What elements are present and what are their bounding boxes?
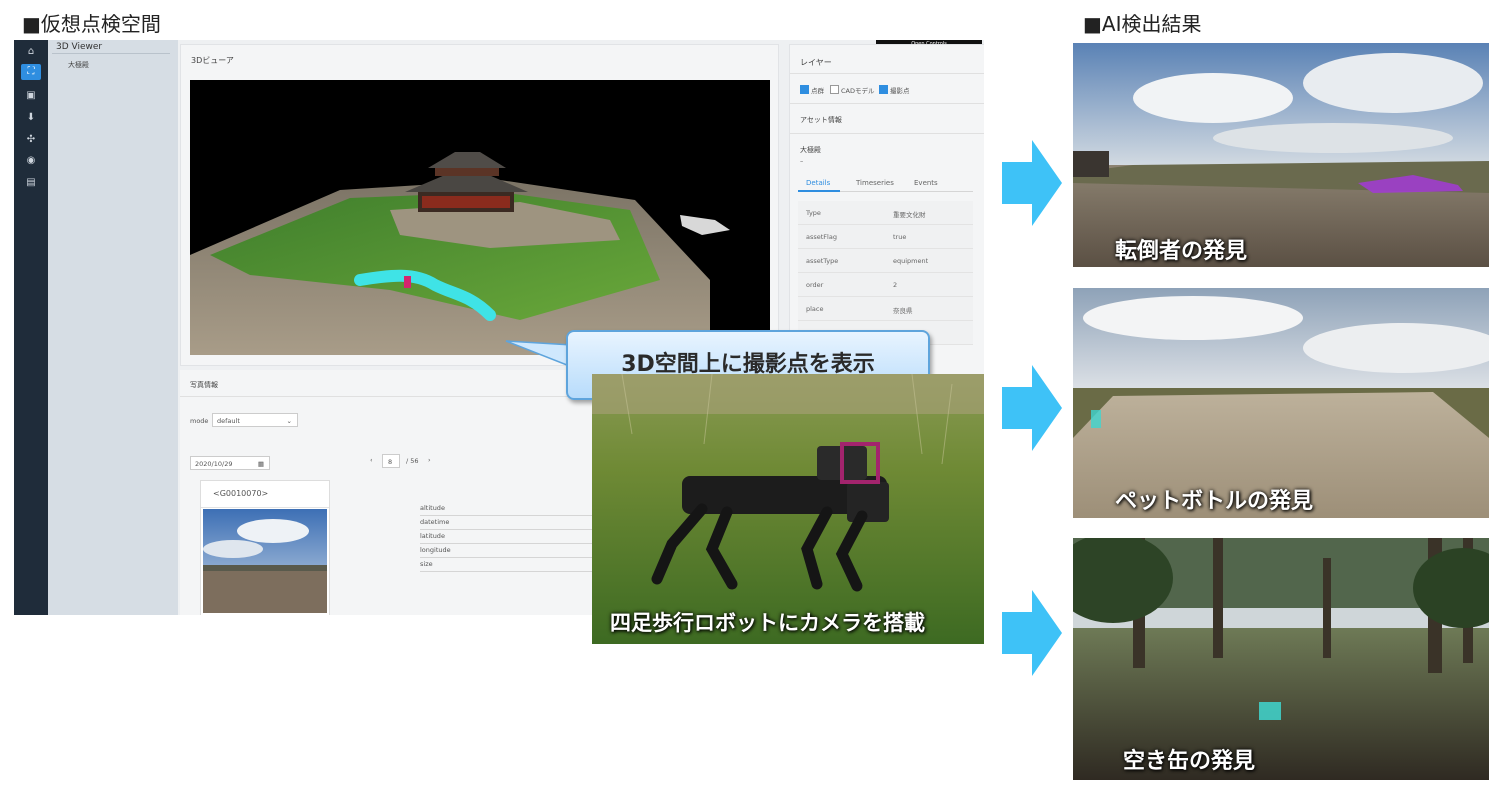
- photo-card[interactable]: <G0010070>: [200, 480, 330, 615]
- mode-value: default: [217, 417, 240, 425]
- home-icon[interactable]: ⌂: [21, 44, 41, 60]
- calendar-icon: ▦: [257, 460, 264, 468]
- tree-item-daigokuden[interactable]: 大極殿: [68, 60, 89, 70]
- meta-field: datetime: [420, 518, 450, 526]
- layer-cad-checkbox[interactable]: [830, 85, 839, 94]
- mode-select[interactable]: default ⌄: [212, 413, 298, 427]
- layer-panel-title: レイヤー: [800, 58, 832, 67]
- layer-shooting-point-checkbox[interactable]: [879, 85, 888, 94]
- arrow-right-icon: [1002, 365, 1062, 451]
- detail-row: order 2: [798, 273, 973, 297]
- mode-label: mode: [190, 417, 209, 425]
- layer-pointcloud-checkbox[interactable]: [800, 85, 809, 94]
- divider: [201, 507, 329, 508]
- meta-row: datetime: [420, 516, 600, 530]
- robot-caption: 四足歩行ロボットにカメラを搭載: [610, 611, 925, 635]
- detail-key: assetType: [806, 257, 839, 265]
- detail-key: assetFlag: [806, 233, 837, 241]
- network-icon[interactable]: ✣: [21, 132, 41, 148]
- meta-row: size: [420, 558, 600, 572]
- page-number-input[interactable]: 8: [382, 454, 400, 468]
- detail-value: true: [893, 233, 907, 241]
- photo-panel-title: 写真情報: [190, 381, 218, 389]
- tab-details[interactable]: Details: [806, 179, 830, 187]
- tab-active-indicator: [798, 190, 840, 192]
- detail-row: assetType equipment: [798, 249, 973, 273]
- detail-value: 2: [893, 281, 898, 289]
- meta-row: longitude: [420, 544, 600, 558]
- page-total: / 56: [406, 457, 419, 465]
- detail-key: Type: [806, 209, 821, 217]
- page-prev-button[interactable]: ‹: [370, 456, 373, 464]
- virtual-space-title: ■仮想点検空間: [22, 12, 161, 36]
- photo-thumbnail: [203, 509, 327, 613]
- robot-photo-image: [592, 374, 984, 644]
- layer-cad-label: CADモデル: [841, 87, 875, 95]
- layer-shooting-point-label: 撮影点: [890, 87, 910, 95]
- viewer-panel-title: 3Dビューア: [191, 56, 234, 65]
- page-next-button[interactable]: ›: [428, 456, 431, 464]
- detail-value: equipment: [893, 257, 929, 265]
- asset-subtitle: –: [800, 157, 804, 165]
- detail-row: assetFlag true: [798, 225, 973, 249]
- result-caption: 空き缶の発見: [1123, 749, 1256, 774]
- result-caption: ペットボトルの発見: [1115, 489, 1314, 514]
- detail-key: order: [806, 281, 824, 289]
- detail-key: place: [806, 305, 824, 313]
- nav-rail: ⌂ ⛶ ▣ ⬇ ✣ ◉ ▤: [14, 40, 48, 615]
- side-panel: レイヤー 点群 CADモデル 撮影点 アセット情報 大極殿 – Details …: [789, 44, 984, 376]
- location-icon[interactable]: ◉: [21, 153, 41, 169]
- result-image-pet-bottle: ペットボトルの発見: [1073, 288, 1489, 518]
- tab-events[interactable]: Events: [914, 179, 938, 187]
- pin-icon[interactable]: ⬇: [21, 110, 41, 126]
- detection-overlay: [1259, 702, 1281, 720]
- point-cloud-canvas[interactable]: [190, 80, 770, 355]
- detail-row: place 奈良県: [798, 297, 973, 321]
- document-icon[interactable]: ▤: [21, 175, 41, 191]
- page-current: 8: [388, 458, 393, 466]
- asset-name: 大極殿: [800, 146, 821, 154]
- tab-timeseries[interactable]: Timeseries: [856, 179, 894, 187]
- detail-value: 奈良県: [893, 307, 913, 315]
- detection-overlay: [1091, 410, 1101, 428]
- result-image-fallen-person: 転倒者の発見: [1073, 43, 1489, 267]
- date-input[interactable]: 2020/10/29 ▦: [190, 456, 270, 470]
- meta-field: altitude: [420, 504, 445, 512]
- asset-tree: 3D Viewer 大極殿: [48, 40, 178, 615]
- meta-row: altitude: [420, 502, 600, 516]
- arrow-right-icon: [1002, 140, 1062, 226]
- image-icon[interactable]: ▣: [21, 88, 41, 104]
- ai-results-title: ■AI検出結果: [1083, 12, 1202, 36]
- tree-divider: [52, 53, 170, 54]
- side-structure: [680, 215, 730, 235]
- point-cloud-render: [190, 152, 730, 355]
- date-value: 2020/10/29: [195, 460, 233, 468]
- arrow-right-icon: [1002, 590, 1062, 676]
- divider: [790, 73, 984, 74]
- chevron-down-icon: ⌄: [286, 417, 292, 425]
- result-image-empty-can: 空き缶の発見: [1073, 538, 1489, 780]
- viewer-nav-icon[interactable]: ⛶: [21, 64, 41, 80]
- layer-pointcloud-label: 点群: [811, 87, 824, 95]
- detail-value: 重要文化財: [893, 211, 926, 219]
- photo-filename: <G0010070>: [213, 489, 269, 498]
- asset-panel-title: アセット情報: [800, 116, 842, 124]
- meta-field: latitude: [420, 532, 445, 540]
- divider: [790, 133, 984, 134]
- meta-field: longitude: [420, 546, 451, 554]
- result-caption: 転倒者の発見: [1115, 239, 1248, 264]
- meta-row: latitude: [420, 530, 600, 544]
- tree-header: 3D Viewer: [56, 42, 103, 52]
- divider: [790, 103, 984, 104]
- detail-row: Type 重要文化財: [798, 201, 973, 225]
- meta-field: size: [420, 560, 433, 568]
- robot-photo: 四足歩行ロボットにカメラを搭載: [592, 374, 984, 644]
